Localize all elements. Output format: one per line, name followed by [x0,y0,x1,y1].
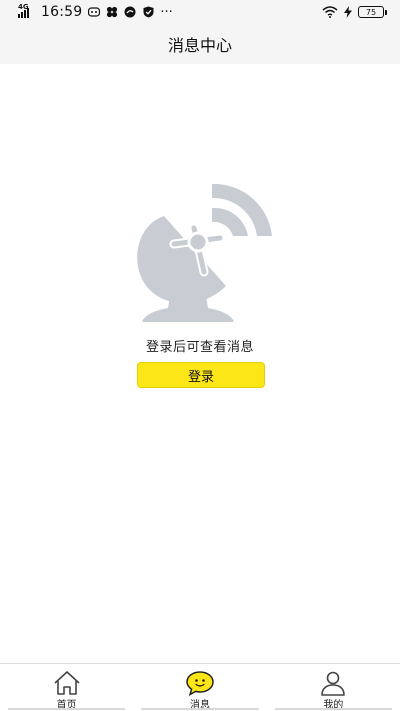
empty-state: 登录后可查看消息 登录 [0,64,400,664]
tab-home-indicator [8,708,126,710]
page-header: 消息中心 [0,24,400,64]
page-title: 消息中心 [167,36,232,55]
empty-message: 登录后可查看消息 [145,340,254,355]
clover-notification-icon [106,6,118,18]
message-smile-icon [186,669,214,696]
battery-icon: 75 [358,6,387,18]
status-bar: 4G 16:59 ··· 75 [0,0,400,24]
home-icon [53,669,81,696]
tab-profile[interactable]: 我的 [267,664,400,711]
status-right: 75 [322,6,387,18]
user-icon [319,669,347,696]
app-notification-icon [124,6,136,18]
satellite-dish-icon [137,183,272,322]
tab-profile-indicator [274,708,392,710]
login-button[interactable]: 登录 [137,362,265,388]
wifi-icon [322,6,338,18]
status-time: 16:59 [41,4,83,20]
tab-messages[interactable]: 消息 [133,664,266,711]
tab-messages-indicator [141,708,259,710]
shield-notification-icon [142,6,154,18]
message-notification-icon [88,6,101,18]
tab-home[interactable]: 首页 [0,664,133,711]
bottom-tab-bar: 首页 消息 我的 [0,663,400,711]
more-notifications: ··· [160,4,173,20]
network-type: 4G [18,3,29,11]
status-left: 4G 16:59 ··· [18,3,173,20]
charging-icon [344,6,352,18]
battery-level: 75 [365,7,377,17]
signal-icon: 4G [18,3,29,18]
